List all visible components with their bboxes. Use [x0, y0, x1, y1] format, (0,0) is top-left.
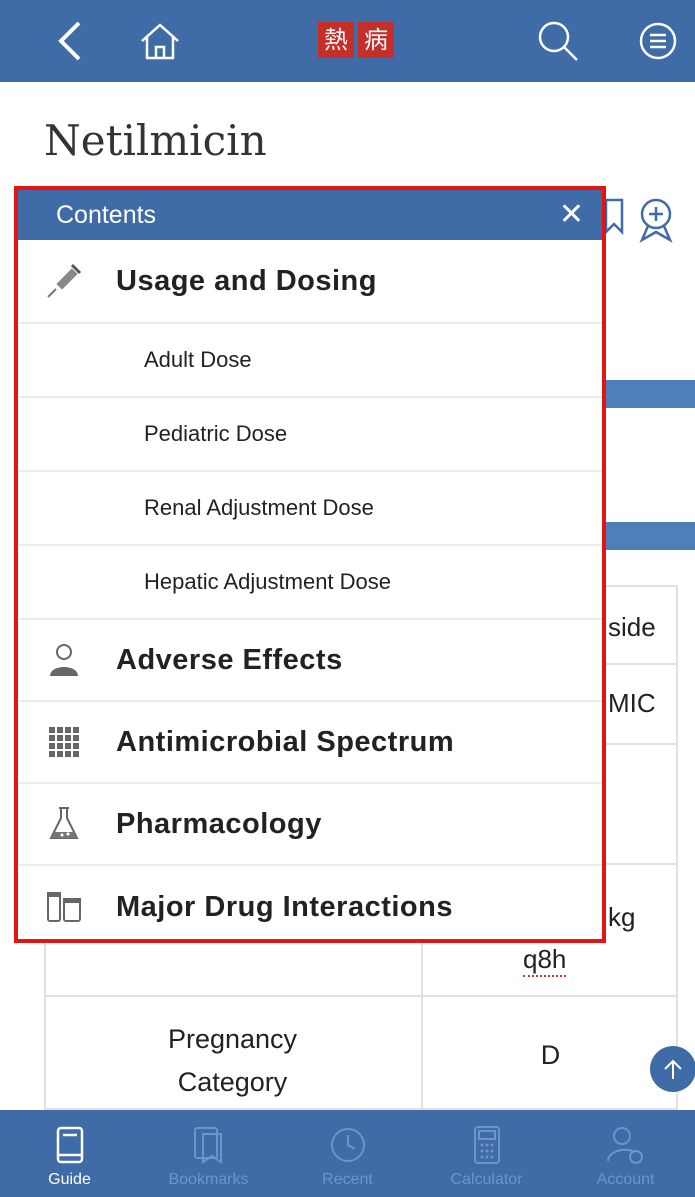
back-button[interactable]	[40, 0, 100, 82]
contents-subitem-label: Pediatric Dose	[144, 421, 288, 446]
table-cell: side	[608, 612, 656, 642]
nav-label: Recent	[322, 1171, 373, 1188]
contents-item-renal-adjustment-dose[interactable]: Renal Adjustment Dose	[18, 472, 602, 546]
contents-subitem-label: Hepatic Adjustment Dose	[144, 569, 392, 594]
menu-button[interactable]	[628, 0, 688, 82]
search-button[interactable]	[528, 0, 588, 82]
arrow-up-icon	[664, 1059, 682, 1079]
page-title: Netilmicin	[44, 116, 267, 165]
flask-icon	[44, 806, 84, 842]
section-header-band	[605, 522, 695, 550]
logo-char: 病	[358, 22, 394, 58]
pregnancy-label-line: Pregnancy	[167, 1024, 298, 1054]
contents-header: Contents ✕	[18, 190, 602, 240]
clock-icon	[330, 1128, 365, 1162]
grid-icon	[44, 726, 84, 758]
account-icon	[606, 1127, 643, 1164]
contents-item-adverse-effects[interactable]: Adverse Effects	[18, 620, 602, 702]
contents-item-label: Adverse Effects	[116, 643, 343, 676]
home-button[interactable]	[130, 0, 190, 82]
bookmarks-icon	[193, 1127, 222, 1164]
contents-item-label: Antimicrobial Spectrum	[116, 725, 455, 758]
contents-item-major-drug-interactions[interactable]: Major Drug Interactions	[18, 866, 602, 939]
top-bar: 熱 病	[0, 0, 695, 82]
pill-bottles-icon	[44, 891, 84, 923]
nav-calculator[interactable]: Calculator	[417, 1110, 556, 1197]
contents-panel: Contents ✕ Usage and Dosing Adult Dose P…	[14, 186, 606, 943]
contents-item-label: Usage and Dosing	[116, 264, 377, 297]
home-icon	[141, 23, 179, 60]
contents-item-adult-dose[interactable]: Adult Dose	[18, 324, 602, 398]
bottom-nav: Guide Bookmarks Recent Calculator Accoun…	[0, 1110, 695, 1197]
zoom-in-icon[interactable]	[634, 196, 678, 244]
contents-item-pediatric-dose[interactable]: Pediatric Dose	[18, 398, 602, 472]
person-icon	[44, 642, 84, 678]
logo-char: 熱	[318, 22, 354, 58]
nav-recent[interactable]: Recent	[278, 1110, 417, 1197]
book-icon	[56, 1126, 83, 1164]
nav-label: Calculator	[450, 1171, 523, 1188]
contents-subitem-label: Adult Dose	[144, 347, 252, 372]
table-cell: MIC	[608, 688, 656, 718]
contents-item-usage-and-dosing[interactable]: Usage and Dosing	[18, 240, 602, 324]
contents-item-label: Major Drug Interactions	[116, 890, 453, 923]
pregnancy-label-line: Category	[177, 1067, 288, 1097]
title-actions	[602, 196, 678, 244]
contents-item-pharmacology[interactable]: Pharmacology	[18, 784, 602, 866]
app-logo: 熱 病	[318, 22, 394, 58]
pregnancy-category-value: D	[540, 1040, 561, 1070]
pregnancy-category-label: Pregnancy Category	[44, 1018, 421, 1104]
table-cell: kg	[608, 902, 636, 932]
table-cell: q8h	[523, 944, 567, 977]
syringe-icon	[44, 261, 84, 301]
scroll-to-top-button[interactable]	[650, 1046, 695, 1092]
menu-icon	[639, 22, 677, 60]
calculator-icon	[473, 1126, 500, 1164]
search-icon	[538, 21, 578, 61]
nav-account[interactable]: Account	[556, 1110, 695, 1197]
back-arrow-icon	[58, 21, 81, 61]
nav-label: Account	[596, 1171, 655, 1188]
table-row-line	[44, 995, 678, 997]
close-icon[interactable]: ✕	[559, 200, 584, 230]
nav-label: Bookmarks	[168, 1171, 249, 1188]
contents-item-hepatic-adjustment-dose[interactable]: Hepatic Adjustment Dose	[18, 546, 602, 620]
section-header-band	[605, 380, 695, 408]
nav-guide[interactable]: Guide	[0, 1110, 139, 1197]
contents-item-antimicrobial-spectrum[interactable]: Antimicrobial Spectrum	[18, 702, 602, 784]
contents-title: Contents	[56, 200, 157, 229]
contents-item-label: Pharmacology	[116, 807, 322, 840]
nav-label: Guide	[48, 1171, 91, 1188]
nav-bookmarks[interactable]: Bookmarks	[139, 1110, 278, 1197]
contents-subitem-label: Renal Adjustment Dose	[144, 495, 374, 520]
